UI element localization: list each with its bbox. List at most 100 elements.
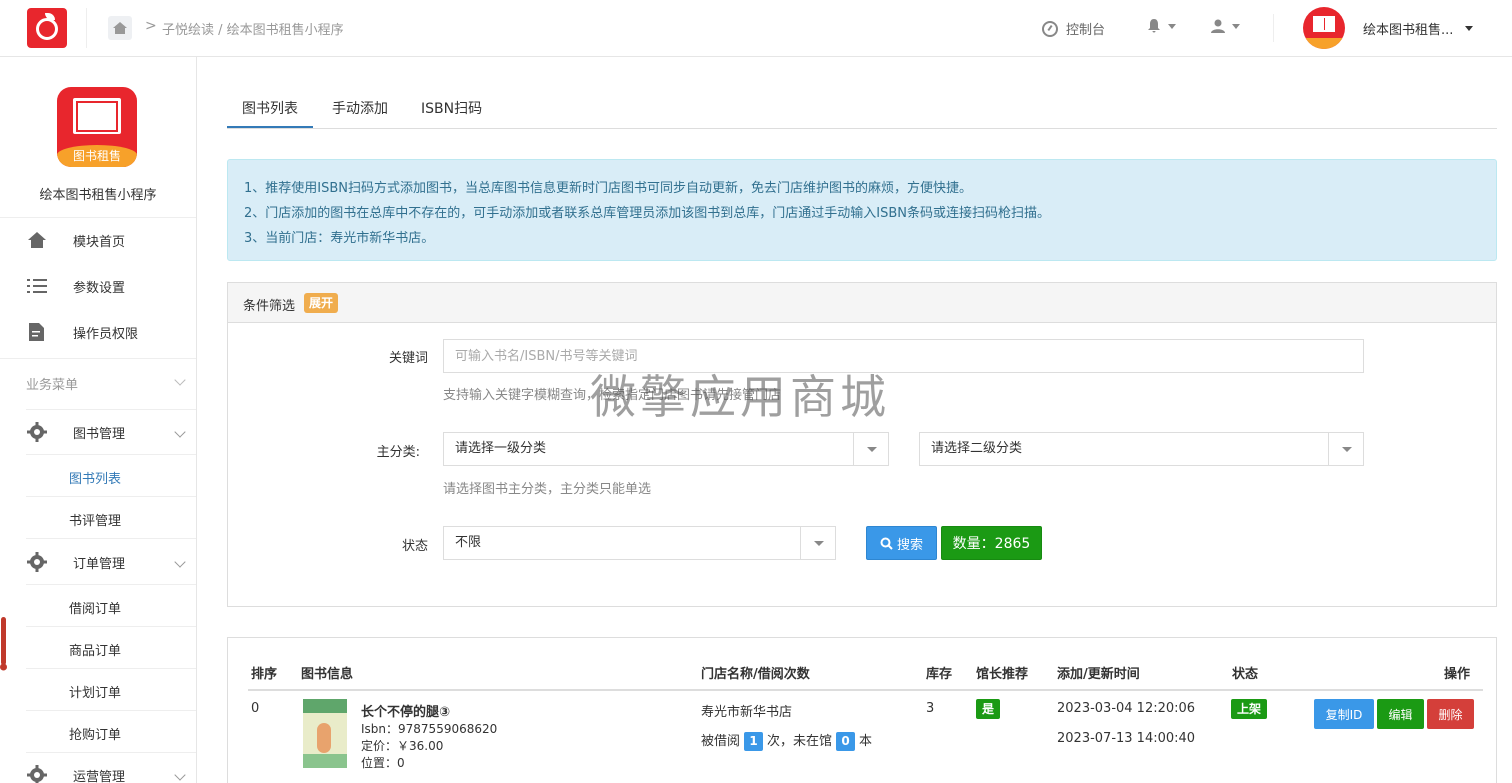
bell-icon bbox=[1148, 19, 1160, 33]
out-count-badge: 0 bbox=[836, 732, 856, 751]
book-cover-image[interactable] bbox=[303, 699, 347, 768]
sidebar-item-operations[interactable]: 运营管理 bbox=[26, 760, 196, 783]
copy-id-button[interactable]: 复制ID bbox=[1314, 699, 1374, 729]
count-button[interactable]: 数量：2865 bbox=[941, 526, 1042, 560]
status-tag[interactable]: 上架 bbox=[1231, 699, 1268, 719]
sidebar-divider bbox=[26, 668, 196, 669]
sidebar-item-permissions[interactable]: 操作员权限 bbox=[26, 317, 196, 347]
borrow-info: 被借阅 1 次，未在馆 0 本 bbox=[701, 730, 872, 751]
book-table: 排序 图书信息 门店名称/借阅次数 库存 馆长推荐 添加/更新时间 状态 操作 … bbox=[227, 637, 1497, 783]
borrow-mid: 次，未在馆 bbox=[767, 734, 833, 749]
tab-bar: 图书列表 手动添加 ISBN扫码 bbox=[227, 88, 1497, 129]
select-value: 请选择一级分类 bbox=[455, 441, 547, 456]
delete-button[interactable]: 删除 bbox=[1427, 699, 1474, 729]
store-avatar[interactable] bbox=[1303, 7, 1345, 49]
watermark: 微擎应用商城 bbox=[590, 370, 890, 424]
category-level2-select[interactable]: 请选择二级分类 bbox=[919, 432, 1364, 466]
recommend-tag[interactable]: 是 bbox=[976, 699, 1001, 719]
sidebar-divider bbox=[26, 752, 196, 753]
sidebar-divider bbox=[26, 496, 196, 497]
chevron-down-icon bbox=[174, 426, 186, 438]
brand-logo[interactable] bbox=[27, 8, 67, 48]
sidebar-item-label: 操作员权限 bbox=[73, 326, 139, 342]
sidebar-subitem-plan-orders[interactable]: 计划订单 bbox=[69, 682, 121, 701]
select-value: 请选择二级分类 bbox=[931, 441, 1023, 456]
store-switcher[interactable]: 绘本图书租售... bbox=[1363, 19, 1474, 38]
column-header: 门店名称/借阅次数 bbox=[701, 667, 810, 682]
section-title-label: 业务菜单 bbox=[26, 378, 79, 393]
sidebar-item-label: 运营管理 bbox=[73, 769, 126, 783]
sidebar-subitem-borrow-orders[interactable]: 借阅订单 bbox=[69, 598, 121, 617]
sidebar-item-book-management[interactable]: 图书管理 bbox=[26, 417, 196, 447]
sidebar-item-home[interactable]: 模块首页 bbox=[26, 225, 196, 255]
sidebar-item-label: 参数设置 bbox=[73, 280, 126, 296]
thermometer-icon bbox=[0, 617, 7, 671]
sidebar-divider bbox=[26, 584, 196, 585]
chevron-down-icon bbox=[174, 374, 186, 386]
sidebar-divider bbox=[26, 626, 196, 627]
console-link[interactable]: 控制台 bbox=[1042, 19, 1105, 38]
sidebar-item-label: 图书管理 bbox=[73, 426, 126, 442]
user-icon bbox=[1211, 19, 1225, 33]
sidebar-subitem-reviews[interactable]: 书评管理 bbox=[69, 510, 121, 529]
sidebar-divider bbox=[26, 409, 196, 410]
app-icon: 图书租售 bbox=[57, 87, 137, 167]
user-menu-button[interactable] bbox=[1210, 18, 1240, 34]
column-header: 添加/更新时间 bbox=[1057, 667, 1140, 682]
filter-title: 条件筛选 bbox=[243, 299, 296, 314]
sidebar-subitem-book-list[interactable]: 图书列表 bbox=[69, 468, 121, 487]
column-header: 图书信息 bbox=[301, 667, 354, 682]
sidebar-divider bbox=[0, 358, 196, 359]
list-icon bbox=[27, 279, 47, 293]
chevron-down-icon bbox=[1465, 26, 1474, 31]
app-badge: 图书租售 bbox=[57, 145, 137, 167]
sidebar-section-title[interactable]: 业务菜单 bbox=[26, 374, 196, 393]
sidebar-item-settings[interactable]: 参数设置 bbox=[26, 271, 196, 301]
notifications-button[interactable] bbox=[1146, 18, 1176, 34]
tab-isbn-scan[interactable]: ISBN扫码 bbox=[421, 98, 482, 118]
category-level1-select[interactable]: 请选择一级分类 bbox=[443, 432, 889, 466]
column-header: 馆长推荐 bbox=[976, 667, 1029, 682]
alert-line: 2、门店添加的图书在总库中不存在的，可手动添加或者联系总库管理员添加该图书到总库… bbox=[244, 206, 1051, 221]
sidebar-item-label: 订单管理 bbox=[73, 556, 126, 572]
chevron-down-icon bbox=[853, 433, 888, 465]
tab-book-list[interactable]: 图书列表 bbox=[242, 98, 298, 118]
home-icon bbox=[28, 232, 46, 248]
sort-value[interactable]: 0 bbox=[251, 701, 259, 716]
edit-button[interactable]: 编辑 bbox=[1377, 699, 1424, 729]
keyword-input[interactable] bbox=[443, 339, 1364, 373]
sidebar-subitem-flash-orders[interactable]: 抢购订单 bbox=[69, 724, 121, 743]
tab-manual-add[interactable]: 手动添加 bbox=[332, 98, 388, 118]
app-name: 绘本图书租售小程序 bbox=[39, 188, 157, 203]
sidebar-divider bbox=[26, 710, 196, 711]
chevron-down-icon bbox=[1328, 433, 1363, 465]
console-label: 控制台 bbox=[1066, 23, 1106, 38]
stock-value[interactable]: 3 bbox=[926, 701, 934, 716]
chevron-down-icon bbox=[174, 556, 186, 568]
chevron-down-icon bbox=[1232, 23, 1240, 29]
status-label: 状态 bbox=[401, 539, 428, 554]
search-icon bbox=[880, 537, 893, 550]
column-header[interactable]: 库存 bbox=[926, 663, 952, 682]
status-select[interactable]: 不限 bbox=[443, 526, 836, 560]
column-header: 状态 bbox=[1232, 667, 1259, 682]
document-icon bbox=[29, 323, 44, 341]
sidebar-subitem-product-orders[interactable]: 商品订单 bbox=[69, 640, 121, 659]
book-title: 长个不停的腿③ bbox=[361, 705, 451, 720]
top-header: > 子悦绘读 / 绘本图书租售小程序 控制台 绘本图书租售... bbox=[0, 0, 1512, 57]
breadcrumb[interactable]: 子悦绘读 / 绘本图书租售小程序 bbox=[162, 19, 344, 38]
borrow-suffix: 本 bbox=[859, 734, 873, 749]
home-icon[interactable] bbox=[108, 16, 132, 40]
sidebar-divider bbox=[0, 217, 196, 218]
sidebar-item-order-management[interactable]: 订单管理 bbox=[26, 547, 196, 577]
column-header[interactable]: 排序 bbox=[251, 663, 277, 682]
search-button[interactable]: 搜索 bbox=[866, 526, 937, 560]
borrow-prefix: 被借阅 bbox=[701, 734, 741, 749]
status-label: 上架 bbox=[1231, 699, 1268, 719]
info-alert: 1、推荐使用ISBN扫码方式添加图书，当总库图书信息更新时门店图书可同步自动更新… bbox=[227, 159, 1497, 261]
book-icon bbox=[73, 98, 121, 134]
borrow-count-badge: 1 bbox=[744, 732, 764, 751]
chevron-down-icon bbox=[1168, 23, 1176, 29]
expand-badge[interactable]: 展开 bbox=[304, 293, 339, 313]
chevron-down-icon bbox=[800, 527, 835, 559]
